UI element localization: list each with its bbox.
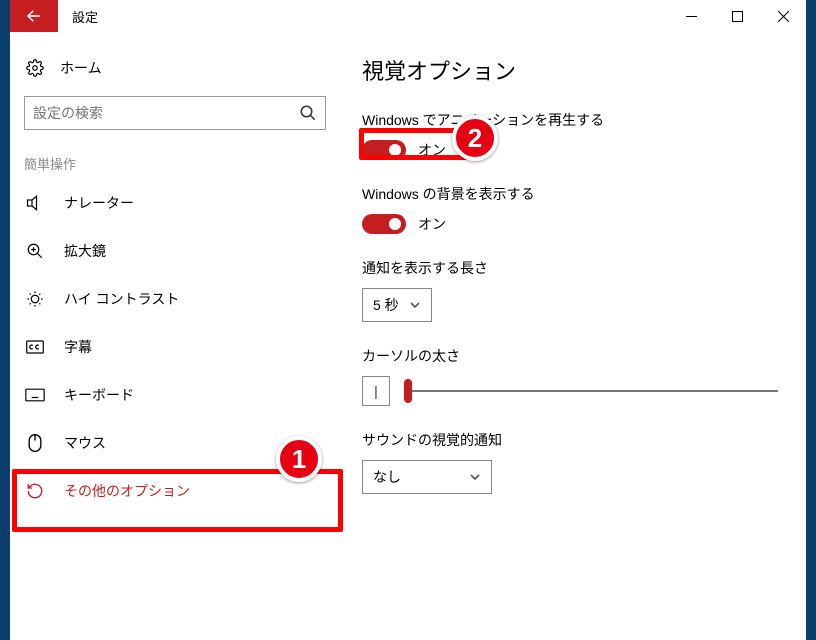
combo-value: なし [373, 467, 401, 487]
home-link[interactable]: ホーム [10, 50, 340, 86]
speaker-icon [24, 194, 46, 212]
toggle-state-label: オン [418, 140, 446, 160]
titlebar: 設定 [10, 0, 806, 32]
nav-label: ナレーター [64, 193, 134, 213]
combo-notification-duration[interactable]: 5 秒 [362, 288, 432, 322]
chevron-down-icon [469, 471, 481, 483]
settings-window: 設定 ホーム 簡単操作 ナレーター [10, 0, 806, 640]
close-button[interactable] [760, 0, 806, 32]
setting-label: サウンドの視覚的通知 [362, 430, 778, 450]
combo-visual-notification[interactable]: なし [362, 460, 492, 494]
combo-value: 5 秒 [373, 295, 399, 315]
keyboard-icon [24, 388, 46, 402]
sidebar-item-magnifier[interactable]: 拡大鏡 [10, 227, 340, 275]
nav-label: その他のオプション [64, 481, 190, 501]
sidebar-section-label: 簡単操作 [10, 140, 340, 179]
sidebar-item-mouse[interactable]: マウス [10, 419, 340, 467]
captions-icon [24, 340, 46, 354]
window-title: 設定 [58, 0, 668, 32]
chevron-down-icon [409, 299, 421, 311]
contrast-icon [24, 290, 46, 308]
setting-show-background: Windows の背景を表示する オン [362, 184, 778, 234]
slider-thumb[interactable] [404, 379, 412, 403]
maximize-button[interactable] [714, 0, 760, 32]
setting-label: Windows の背景を表示する [362, 184, 778, 204]
search-input[interactable] [33, 105, 299, 121]
home-label: ホーム [60, 58, 102, 78]
search-input-container[interactable] [24, 96, 326, 130]
setting-label: カーソルの太さ [362, 346, 778, 366]
toggle-animations[interactable] [362, 140, 406, 160]
gear-icon [24, 59, 46, 77]
cursor-preview: | [362, 376, 390, 406]
slider-cursor-thickness[interactable] [404, 382, 778, 400]
setting-visual-notifications: サウンドの視覚的通知 なし [362, 430, 778, 494]
sidebar-item-narrator[interactable]: ナレーター [10, 179, 340, 227]
search-wrap [10, 86, 340, 140]
toggle-background[interactable] [362, 214, 406, 234]
setting-label: Windows でアニメーションを再生する [362, 110, 778, 130]
window-controls [668, 0, 806, 32]
sidebar-item-other-options[interactable]: その他のオプション [10, 467, 340, 515]
toggle-state-label: オン [418, 214, 446, 234]
setting-cursor-thickness: カーソルの太さ | [362, 346, 778, 406]
search-icon [299, 104, 317, 122]
nav-label: キーボード [64, 385, 134, 405]
mouse-icon [24, 433, 46, 453]
magnifier-icon [24, 242, 46, 260]
back-button[interactable] [10, 0, 58, 32]
nav-label: ハイ コントラスト [64, 289, 179, 309]
nav-label: 字幕 [64, 337, 92, 357]
minimize-button[interactable] [668, 0, 714, 32]
sidebar-item-high-contrast[interactable]: ハイ コントラスト [10, 275, 340, 323]
setting-label: 通知を表示する長さ [362, 258, 778, 278]
setting-animations: Windows でアニメーションを再生する オン [362, 110, 778, 160]
content-pane: 視覚オプション Windows でアニメーションを再生する オン Windows… [340, 32, 806, 640]
sidebar-item-closed-captions[interactable]: 字幕 [10, 323, 340, 371]
sidebar: ホーム 簡単操作 ナレーター 拡大鏡 ハイ コントラスト [10, 32, 340, 640]
sidebar-item-keyboard[interactable]: キーボード [10, 371, 340, 419]
nav-label: 拡大鏡 [64, 241, 106, 261]
setting-notification-duration: 通知を表示する長さ 5 秒 [362, 258, 778, 322]
page-heading: 視覚オプション [362, 54, 778, 86]
window-body: ホーム 簡単操作 ナレーター 拡大鏡 ハイ コントラスト [10, 32, 806, 640]
nav-label: マウス [64, 433, 106, 453]
refresh-icon [24, 482, 46, 500]
